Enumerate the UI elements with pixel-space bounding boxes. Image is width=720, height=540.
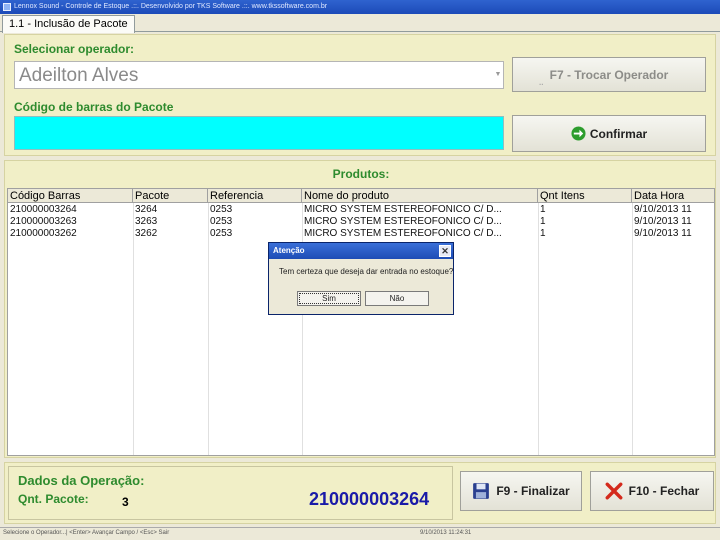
dialog-title: Atenção	[273, 246, 305, 255]
column-header[interactable]: Código Barras	[8, 189, 133, 203]
column-header[interactable]: Pacote	[133, 189, 208, 203]
cell-qty: 1	[540, 204, 546, 215]
operation-panel: Dados da Operação: Qnt. Pacote: 3 210000…	[4, 462, 716, 524]
status-hint: Selecione o Operador...| <Enter> Avançar…	[3, 530, 170, 536]
cell-qty: 1	[540, 216, 546, 227]
cell-product-name: MICRO SYSTEM ESTEREOFONICO C/ D...	[304, 204, 502, 215]
cell-package: 3262	[135, 228, 158, 239]
qnt-pacote-value: 3	[122, 495, 129, 509]
close-button[interactable]: F10 - Fechar	[590, 471, 714, 511]
operator-select-value: Adeilton Alves	[19, 65, 139, 86]
last-barcode-value: 210000003264	[309, 489, 430, 509]
column-divider	[208, 203, 209, 455]
app-icon	[3, 3, 11, 11]
qnt-pacote-label: Qnt. Pacote:	[18, 492, 89, 506]
table-header: Código Barras Pacote Referencia Nome do …	[8, 189, 714, 203]
cell-qty: 1	[540, 228, 546, 239]
operation-data-box: Dados da Operação: Qnt. Pacote: 3 210000…	[8, 466, 453, 520]
table-row[interactable]: 210000003263 3263 0253 MICRO SYSTEM ESTE…	[8, 216, 714, 228]
products-table[interactable]: Código Barras Pacote Referencia Nome do …	[7, 188, 715, 456]
column-header[interactable]: Referencia	[208, 189, 302, 203]
arrow-right-icon	[571, 126, 586, 141]
tab-strip: 1.1 - Inclusão de Pacote	[0, 14, 720, 33]
cell-reference: 0253	[210, 204, 233, 215]
status-datetime: 9/10/2013 11:24:31	[420, 530, 472, 536]
cell-barcode: 210000003262	[10, 228, 77, 239]
window-titlebar: Lennox Sound - Controle de Estoque .::. …	[0, 0, 720, 14]
window-title: Lennox Sound - Controle de Estoque .::. …	[14, 3, 328, 10]
confirm-dialog: Atenção ✕ Tem certeza que deseja dar ent…	[268, 242, 454, 315]
column-header[interactable]: Nome do produto	[302, 189, 538, 203]
column-header[interactable]: Qnt Itens	[538, 189, 632, 203]
close-icon[interactable]: ✕	[439, 245, 451, 257]
column-header[interactable]: Data Hora	[632, 189, 714, 203]
floppy-disk-icon	[473, 483, 490, 499]
change-operator-label: F7 - Trocar Operador	[549, 67, 669, 82]
confirm-button[interactable]: Confirmar	[512, 115, 706, 152]
dialog-message: Tem certeza que deseja dar entrada no es…	[279, 267, 454, 276]
finalize-label: F9 - Finalizar	[496, 484, 570, 498]
table-row[interactable]: 210000003264 3264 0253 MICRO SYSTEM ESTE…	[8, 204, 714, 216]
dots-icon: ..	[539, 78, 544, 87]
products-title: Produtos:	[332, 167, 390, 181]
dialog-titlebar: Atenção ✕	[269, 243, 453, 259]
finalize-button[interactable]: F9 - Finalizar	[460, 471, 582, 511]
cell-barcode: 210000003263	[10, 216, 77, 227]
dialog-yes-button[interactable]: Sim	[297, 291, 361, 306]
chevron-down-icon[interactable]: ▼	[493, 62, 503, 88]
operator-select[interactable]: Adeilton Alves ▼	[14, 61, 504, 89]
confirm-label: Confirmar	[589, 126, 648, 141]
column-divider	[538, 203, 539, 455]
table-row[interactable]: 210000003262 3262 0253 MICRO SYSTEM ESTE…	[8, 228, 714, 240]
operator-panel: Selecionar operador: Adeilton Alves ▼ ..…	[4, 34, 716, 156]
cell-datetime: 9/10/2013 11	[634, 204, 692, 215]
cell-reference: 0253	[210, 216, 233, 227]
column-divider	[133, 203, 134, 455]
cell-reference: 0253	[210, 228, 233, 239]
cell-datetime: 9/10/2013 11	[634, 216, 692, 227]
operator-label: Selecionar operador:	[14, 42, 135, 56]
close-label: F10 - Fechar	[628, 484, 700, 498]
status-bar: Selecione o Operador...| <Enter> Avançar…	[0, 527, 720, 540]
cell-package: 3263	[135, 216, 158, 227]
dialog-no-button[interactable]: Não	[365, 291, 429, 306]
red-x-icon	[605, 482, 623, 500]
cell-product-name: MICRO SYSTEM ESTEREOFONICO C/ D...	[304, 216, 502, 227]
operation-title: Dados da Operação:	[18, 473, 145, 488]
column-divider	[302, 203, 303, 455]
column-divider	[632, 203, 633, 455]
cell-datetime: 9/10/2013 11	[634, 228, 692, 239]
change-operator-button[interactable]: .. F7 - Trocar Operador	[512, 57, 706, 92]
barcode-label: Código de barras do Pacote	[14, 100, 174, 114]
cell-package: 3264	[135, 204, 158, 215]
barcode-input[interactable]	[14, 116, 504, 150]
cell-product-name: MICRO SYSTEM ESTEREOFONICO C/ D...	[304, 228, 502, 239]
cell-barcode: 210000003264	[10, 204, 77, 215]
tab-inclusao-pacote[interactable]: 1.1 - Inclusão de Pacote	[2, 15, 135, 33]
